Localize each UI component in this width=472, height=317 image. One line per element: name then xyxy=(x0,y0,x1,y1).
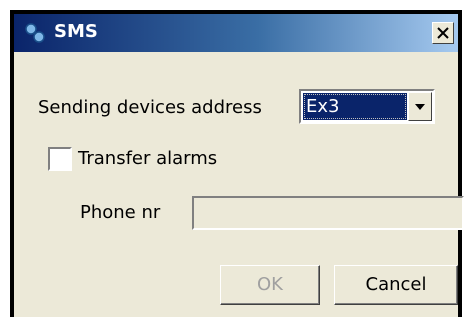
close-icon xyxy=(437,27,449,39)
cancel-button[interactable]: Cancel xyxy=(334,265,458,305)
sending-devices-value: Ex3 xyxy=(303,93,407,120)
phone-field[interactable] xyxy=(192,196,464,230)
sending-devices-select[interactable]: Ex3 xyxy=(299,89,435,124)
close-button[interactable] xyxy=(432,22,454,44)
chevron-down-icon xyxy=(415,104,425,110)
sms-app-icon xyxy=(25,23,45,43)
transfer-alarms-checkbox[interactable] xyxy=(48,147,72,171)
transfer-alarms-label: Transfer alarms xyxy=(78,148,218,169)
phone-label: Phone nr xyxy=(80,202,161,223)
ok-button[interactable]: OK xyxy=(220,265,320,305)
title-bar[interactable]: SMS xyxy=(14,14,458,52)
dropdown-button[interactable] xyxy=(408,92,432,121)
window-title: SMS xyxy=(54,21,98,42)
sms-dialog: SMS Sending devices address Ex3 Transfer… xyxy=(14,14,464,317)
sending-devices-label: Sending devices address xyxy=(38,97,262,118)
